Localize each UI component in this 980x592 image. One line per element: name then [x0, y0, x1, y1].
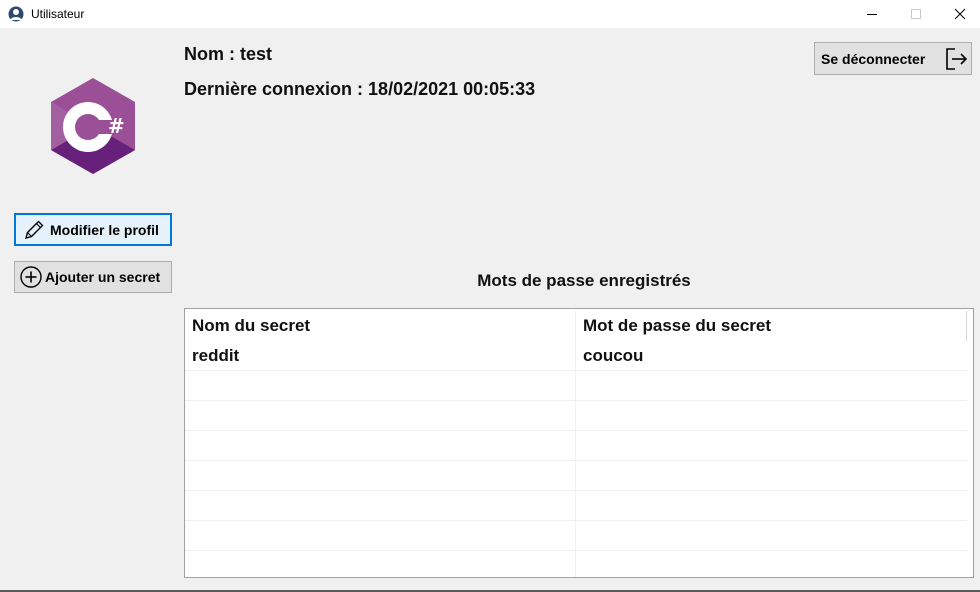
maximize-icon: [911, 9, 921, 19]
table-cell[interactable]: [185, 401, 576, 431]
secrets-title: Mots de passe enregistrés: [477, 271, 691, 290]
table-row[interactable]: [185, 491, 967, 521]
user-app-icon: [8, 6, 24, 22]
table-cell[interactable]: [185, 431, 576, 461]
table-row[interactable]: [185, 371, 967, 401]
column-header-secret-name[interactable]: Nom du secret: [185, 311, 576, 341]
table-cell[interactable]: [576, 371, 967, 401]
logout-button[interactable]: Se déconnecter: [814, 42, 972, 75]
logout-icon: [941, 46, 971, 72]
add-secret-button[interactable]: Ajouter un secret: [14, 261, 172, 293]
table-cell[interactable]: [576, 551, 967, 577]
table-row[interactable]: [185, 431, 967, 461]
table-cell[interactable]: [576, 431, 967, 461]
table-row[interactable]: reddit coucou: [185, 341, 967, 371]
window-title: Utilisateur: [31, 7, 85, 21]
table-row[interactable]: [185, 461, 967, 491]
modify-profile-label: Modifier le profil: [50, 221, 159, 238]
maximize-button[interactable]: [893, 0, 939, 28]
table-cell[interactable]: [185, 491, 576, 521]
close-icon: [954, 8, 966, 20]
table-cell[interactable]: coucou: [576, 341, 967, 371]
table-cell[interactable]: reddit: [185, 341, 576, 371]
table-cell[interactable]: [185, 371, 576, 401]
minimize-button[interactable]: [849, 0, 895, 28]
table-row[interactable]: [185, 401, 967, 431]
table-cell[interactable]: [576, 401, 967, 431]
csharp-logo: #: [51, 78, 135, 174]
table-row[interactable]: [185, 521, 967, 551]
table-cell[interactable]: [185, 461, 576, 491]
add-secret-label: Ajouter un secret: [45, 269, 161, 285]
user-name-label: Nom : test: [184, 44, 273, 64]
table-cell[interactable]: [185, 521, 576, 551]
title-bar: Utilisateur: [0, 0, 980, 28]
table-cell[interactable]: [576, 491, 967, 521]
plus-circle-icon: [17, 265, 45, 289]
table-cell[interactable]: [185, 551, 576, 577]
close-button[interactable]: [937, 0, 980, 28]
column-header-secret-password[interactable]: Mot de passe du secret: [576, 311, 967, 341]
modify-profile-button[interactable]: Modifier le profil: [14, 213, 172, 246]
pencil-icon: [18, 218, 50, 242]
table-cell[interactable]: [576, 521, 967, 551]
minimize-icon: [867, 14, 877, 15]
last-login-label: Dernière connexion : 18/02/2021 00:05:33: [184, 79, 536, 99]
table-header: Nom du secret Mot de passe du secret: [185, 311, 967, 341]
svg-text:#: #: [108, 114, 125, 138]
secrets-table[interactable]: Nom du secret Mot de passe du secret red…: [184, 308, 974, 578]
table-cell[interactable]: [576, 461, 967, 491]
logout-label: Se déconnecter: [821, 50, 926, 67]
table-row[interactable]: [185, 551, 967, 577]
